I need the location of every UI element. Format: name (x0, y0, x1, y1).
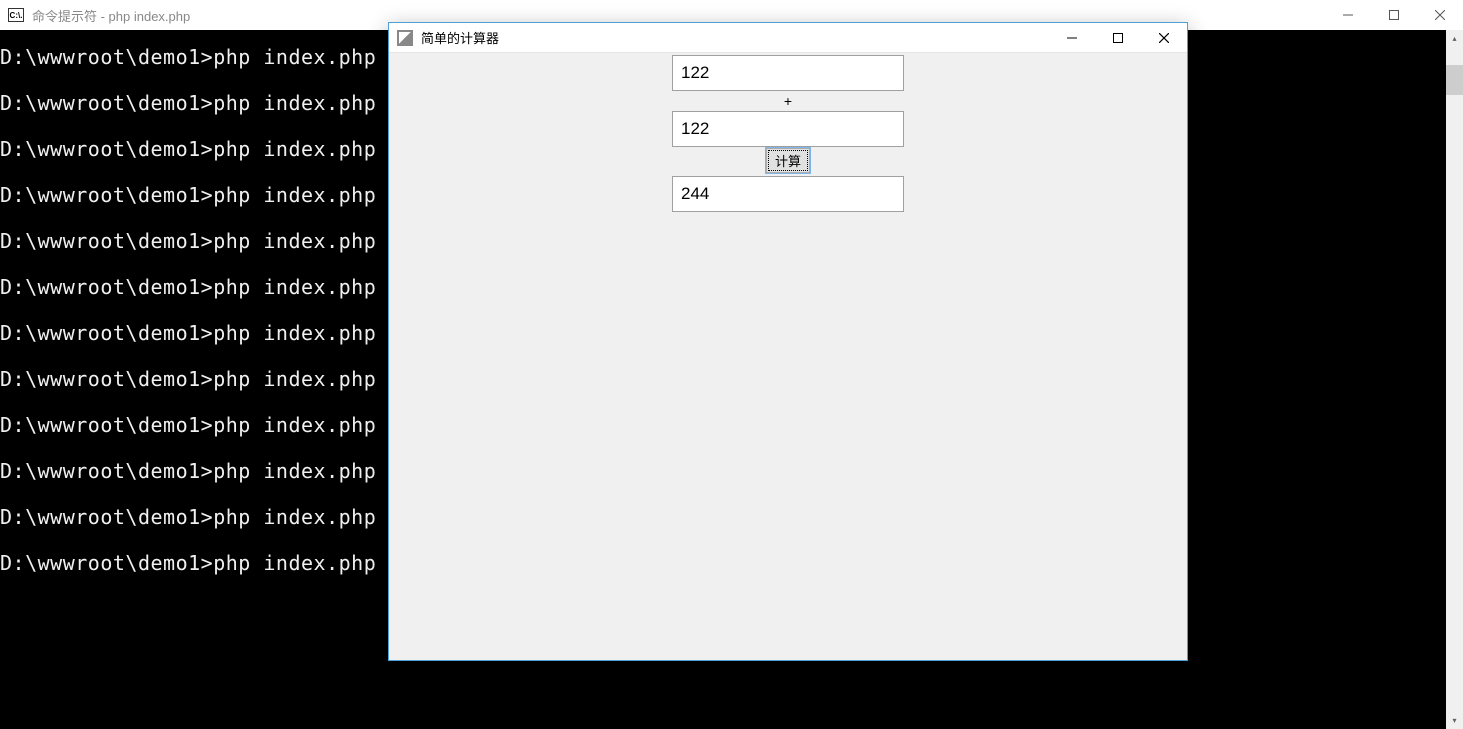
cmd-close-button[interactable] (1417, 0, 1463, 30)
calc-window-controls (1049, 23, 1187, 52)
cmd-window-controls (1325, 0, 1463, 30)
operator-label: + (784, 93, 792, 109)
scrollbar-track[interactable] (1446, 47, 1463, 712)
calc-close-button[interactable] (1141, 23, 1187, 52)
minimize-icon (1067, 33, 1077, 43)
calc-minimize-button[interactable] (1049, 23, 1095, 52)
close-icon (1159, 33, 1169, 43)
calc-title: 简单的计算器 (421, 28, 1049, 47)
calc-body: + 计算 (389, 53, 1187, 212)
cmd-scrollbar[interactable]: ▴ ▾ (1446, 30, 1463, 729)
result-input[interactable] (672, 176, 904, 212)
calc-maximize-button[interactable] (1095, 23, 1141, 52)
maximize-icon (1113, 33, 1123, 43)
chevron-up-icon: ▴ (1452, 34, 1456, 43)
calculator-window: 简单的计算器 + 计算 (388, 22, 1188, 661)
maximize-icon (1389, 10, 1399, 20)
close-icon (1435, 10, 1445, 20)
scrollbar-thumb[interactable] (1446, 65, 1463, 95)
operand-2-input[interactable] (672, 111, 904, 147)
operand-1-input[interactable] (672, 55, 904, 91)
calc-app-icon (397, 30, 413, 46)
scrollbar-up-button[interactable]: ▴ (1446, 30, 1463, 47)
cmd-minimize-button[interactable] (1325, 0, 1371, 30)
scrollbar-down-button[interactable]: ▾ (1446, 712, 1463, 729)
calc-titlebar[interactable]: 简单的计算器 (389, 23, 1187, 53)
minimize-icon (1343, 10, 1353, 20)
cmd-app-icon: C:\. (8, 8, 24, 22)
cmd-maximize-button[interactable] (1371, 0, 1417, 30)
chevron-down-icon: ▾ (1452, 716, 1456, 725)
calculate-button[interactable]: 计算 (766, 148, 810, 173)
